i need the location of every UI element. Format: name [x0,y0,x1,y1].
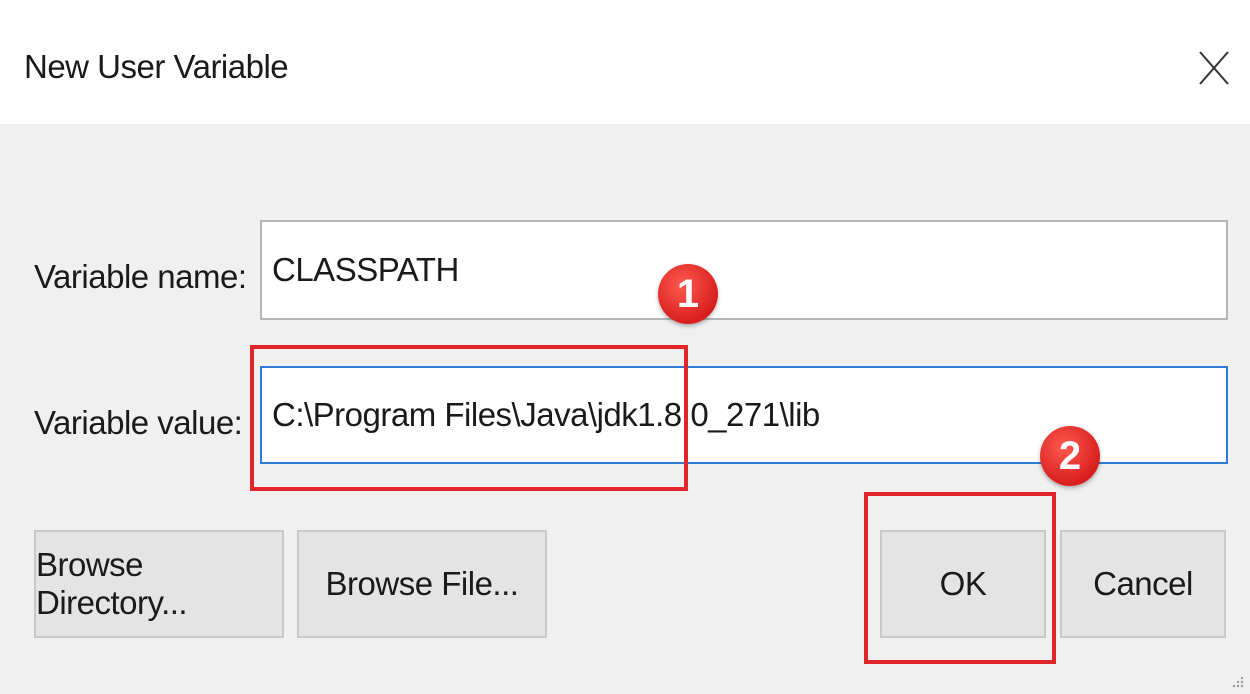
close-icon [1199,51,1229,85]
dialog-title: New User Variable [24,48,289,85]
browse-directory-button[interactable]: Browse Directory... [34,530,284,638]
browse-file-button[interactable]: Browse File... [297,530,547,638]
variable-name-label: Variable name: [34,258,247,295]
close-button[interactable] [1190,36,1238,96]
dialog-titlebar: New User Variable [0,0,1250,124]
step-2-badge: 2 [1040,426,1100,486]
resize-grip-icon[interactable] [1230,674,1244,688]
step-1-badge: 1 [658,264,718,324]
highlight-box-ok [864,492,1056,664]
cancel-button[interactable]: Cancel [1060,530,1226,638]
variable-name-input[interactable]: CLASSPATH [260,220,1228,320]
highlight-box-variable-value [250,345,688,491]
variable-value-label: Variable value: [34,404,243,441]
